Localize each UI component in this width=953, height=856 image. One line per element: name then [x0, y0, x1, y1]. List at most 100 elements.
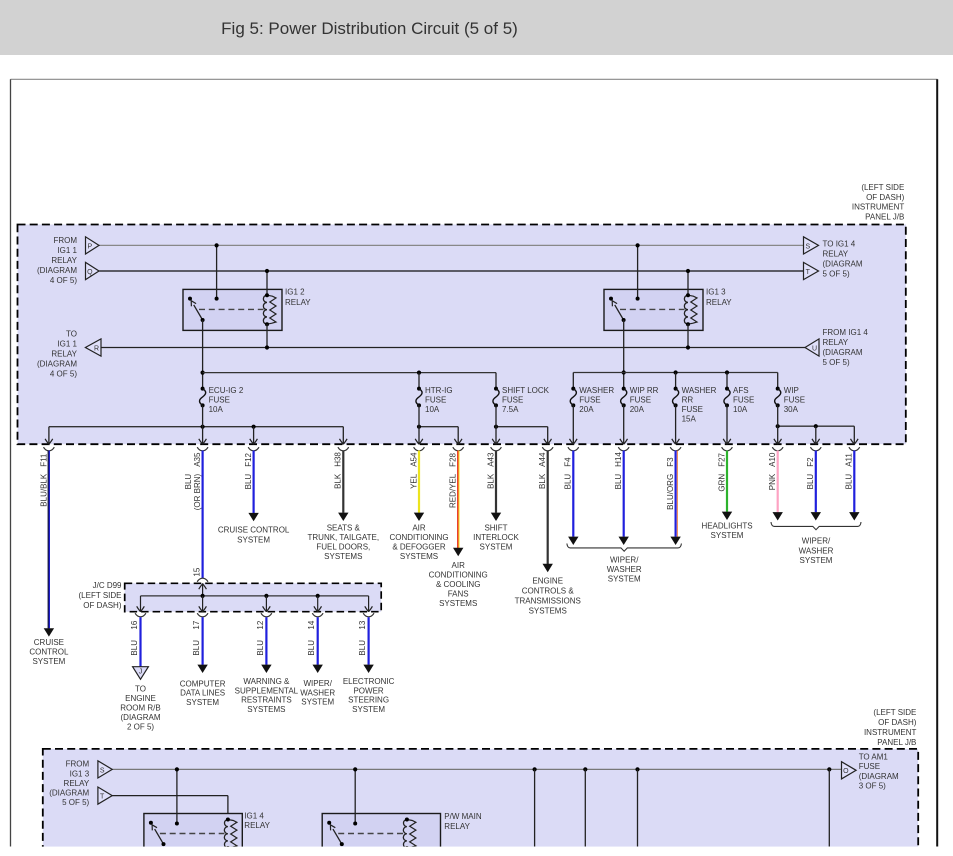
- svg-text:WARNING &: WARNING &: [243, 677, 290, 686]
- svg-text:F28: F28: [449, 452, 458, 466]
- svg-text:STEERING: STEERING: [348, 696, 389, 705]
- svg-text:BLU: BLU: [614, 474, 623, 490]
- svg-text:PNK: PNK: [768, 473, 777, 490]
- svg-text:ROOM R/B: ROOM R/B: [120, 704, 160, 713]
- svg-text:SYSTEM: SYSTEM: [800, 556, 833, 565]
- svg-text:IG1 1: IG1 1: [57, 339, 77, 348]
- svg-text:4 OF 5): 4 OF 5): [50, 276, 77, 285]
- svg-text:20A: 20A: [579, 405, 594, 414]
- svg-text:SYSTEMS: SYSTEMS: [247, 705, 285, 714]
- svg-text:(DIAGRAM: (DIAGRAM: [121, 713, 161, 722]
- svg-text:(DIAGRAM: (DIAGRAM: [859, 772, 899, 781]
- svg-text:CONTROL: CONTROL: [29, 648, 69, 657]
- svg-text:FANS: FANS: [448, 589, 469, 598]
- svg-text:J: J: [139, 668, 143, 675]
- svg-text:T: T: [806, 269, 811, 276]
- svg-text:CONDITIONING: CONDITIONING: [429, 570, 488, 579]
- svg-text:BLK: BLK: [486, 473, 495, 489]
- svg-text:FUSE: FUSE: [579, 396, 600, 405]
- svg-text:RR: RR: [682, 396, 694, 405]
- svg-text:TO AM1: TO AM1: [859, 752, 889, 761]
- svg-text:(LEFT SIDE: (LEFT SIDE: [861, 183, 904, 192]
- svg-text:IG1 3: IG1 3: [706, 288, 726, 297]
- svg-text:ECU-IG 2: ECU-IG 2: [209, 386, 244, 395]
- svg-text:RELAY: RELAY: [51, 256, 77, 265]
- svg-text:SUPPLEMENTAL: SUPPLEMENTAL: [235, 686, 299, 695]
- svg-text:(LEFT SIDE: (LEFT SIDE: [873, 708, 916, 717]
- svg-text:RELAY: RELAY: [64, 779, 90, 788]
- svg-text:WIPER/: WIPER/: [303, 679, 332, 688]
- svg-text:F12: F12: [244, 452, 253, 466]
- svg-text:P: P: [87, 243, 92, 250]
- svg-text:ELECTRONIC: ELECTRONIC: [343, 677, 395, 686]
- svg-text:IG1 2: IG1 2: [285, 288, 305, 297]
- svg-text:H38: H38: [334, 452, 343, 467]
- svg-text:SYSTEMS: SYSTEMS: [439, 599, 477, 608]
- svg-text:BLU: BLU: [192, 640, 201, 656]
- svg-text:RELAY: RELAY: [51, 349, 77, 358]
- svg-text:(DIAGRAM: (DIAGRAM: [823, 348, 863, 357]
- svg-text:A43: A43: [486, 452, 495, 467]
- svg-text:AFS: AFS: [733, 386, 749, 395]
- svg-text:RELAY: RELAY: [244, 821, 270, 830]
- svg-text:WASHER: WASHER: [579, 386, 614, 395]
- svg-text:AIR: AIR: [452, 561, 466, 570]
- svg-text:10A: 10A: [425, 405, 440, 414]
- svg-text:T: T: [100, 794, 105, 801]
- svg-text:A54: A54: [409, 452, 418, 467]
- svg-text:F3: F3: [666, 457, 675, 467]
- svg-text:S: S: [805, 243, 810, 250]
- svg-text:5 OF 5): 5 OF 5): [62, 798, 89, 807]
- svg-text:BLU: BLU: [845, 474, 854, 490]
- svg-text:FROM: FROM: [53, 236, 77, 245]
- svg-text:FUSE: FUSE: [784, 396, 805, 405]
- svg-text:BLU: BLU: [256, 640, 265, 656]
- svg-text:SYSTEM: SYSTEM: [301, 698, 334, 707]
- svg-text:WASHER: WASHER: [682, 386, 717, 395]
- svg-text:2 OF 5): 2 OF 5): [127, 722, 154, 731]
- svg-text:ENGINE: ENGINE: [125, 694, 156, 703]
- svg-text:TO: TO: [66, 329, 77, 338]
- svg-text:SYSTEM: SYSTEM: [186, 698, 219, 707]
- svg-text:Q: Q: [87, 269, 93, 276]
- svg-text:O: O: [843, 768, 849, 775]
- svg-text:F4: F4: [564, 457, 573, 467]
- svg-text:BLU: BLU: [244, 474, 253, 490]
- svg-text:OF DASH): OF DASH): [878, 718, 917, 727]
- svg-text:FUEL DOORS,: FUEL DOORS,: [316, 542, 370, 551]
- svg-text:H14: H14: [614, 452, 623, 467]
- svg-text:BLU/ORG: BLU/ORG: [666, 474, 675, 510]
- svg-text:15: 15: [193, 567, 202, 576]
- svg-text:HEADLIGHTS: HEADLIGHTS: [701, 522, 752, 531]
- svg-text:15A: 15A: [682, 415, 697, 424]
- svg-text:FUSE: FUSE: [733, 396, 754, 405]
- svg-text:Fig 5: Power Distribution Circ: Fig 5: Power Distribution Circuit (5 of …: [221, 19, 518, 38]
- svg-text:(OR BRN): (OR BRN): [193, 473, 202, 510]
- svg-text:FUSE: FUSE: [425, 396, 446, 405]
- svg-text:SYSTEM: SYSTEM: [480, 542, 513, 551]
- svg-text:SHIFT LOCK: SHIFT LOCK: [502, 386, 550, 395]
- svg-text:HTR-IG: HTR-IG: [425, 386, 453, 395]
- svg-text:& COOLING: & COOLING: [436, 580, 480, 589]
- svg-text:AIR: AIR: [412, 523, 426, 532]
- svg-text:16: 16: [130, 620, 139, 629]
- svg-text:(DIAGRAM: (DIAGRAM: [49, 789, 89, 798]
- svg-text:TRANSMISSIONS: TRANSMISSIONS: [515, 596, 581, 605]
- svg-text:BLU/BLK: BLU/BLK: [39, 473, 48, 507]
- svg-text:(LEFT SIDE: (LEFT SIDE: [79, 591, 122, 600]
- svg-text:BLK: BLK: [334, 473, 343, 489]
- svg-text:10A: 10A: [733, 405, 748, 414]
- svg-text:7.5A: 7.5A: [502, 405, 519, 414]
- svg-text:A35: A35: [193, 452, 202, 467]
- svg-text:A44: A44: [538, 452, 547, 467]
- svg-text:SYSTEMS: SYSTEMS: [324, 552, 362, 561]
- svg-text:3 OF 5): 3 OF 5): [859, 782, 886, 791]
- svg-text:IG1 1: IG1 1: [57, 246, 77, 255]
- svg-text:ENGINE: ENGINE: [532, 576, 563, 585]
- svg-text:F2: F2: [806, 457, 815, 467]
- svg-text:FROM: FROM: [66, 760, 90, 769]
- svg-text:4 OF 5): 4 OF 5): [50, 369, 77, 378]
- svg-text:FUSE: FUSE: [630, 396, 651, 405]
- svg-text:13: 13: [358, 620, 367, 629]
- svg-text:J/C D99: J/C D99: [93, 581, 122, 590]
